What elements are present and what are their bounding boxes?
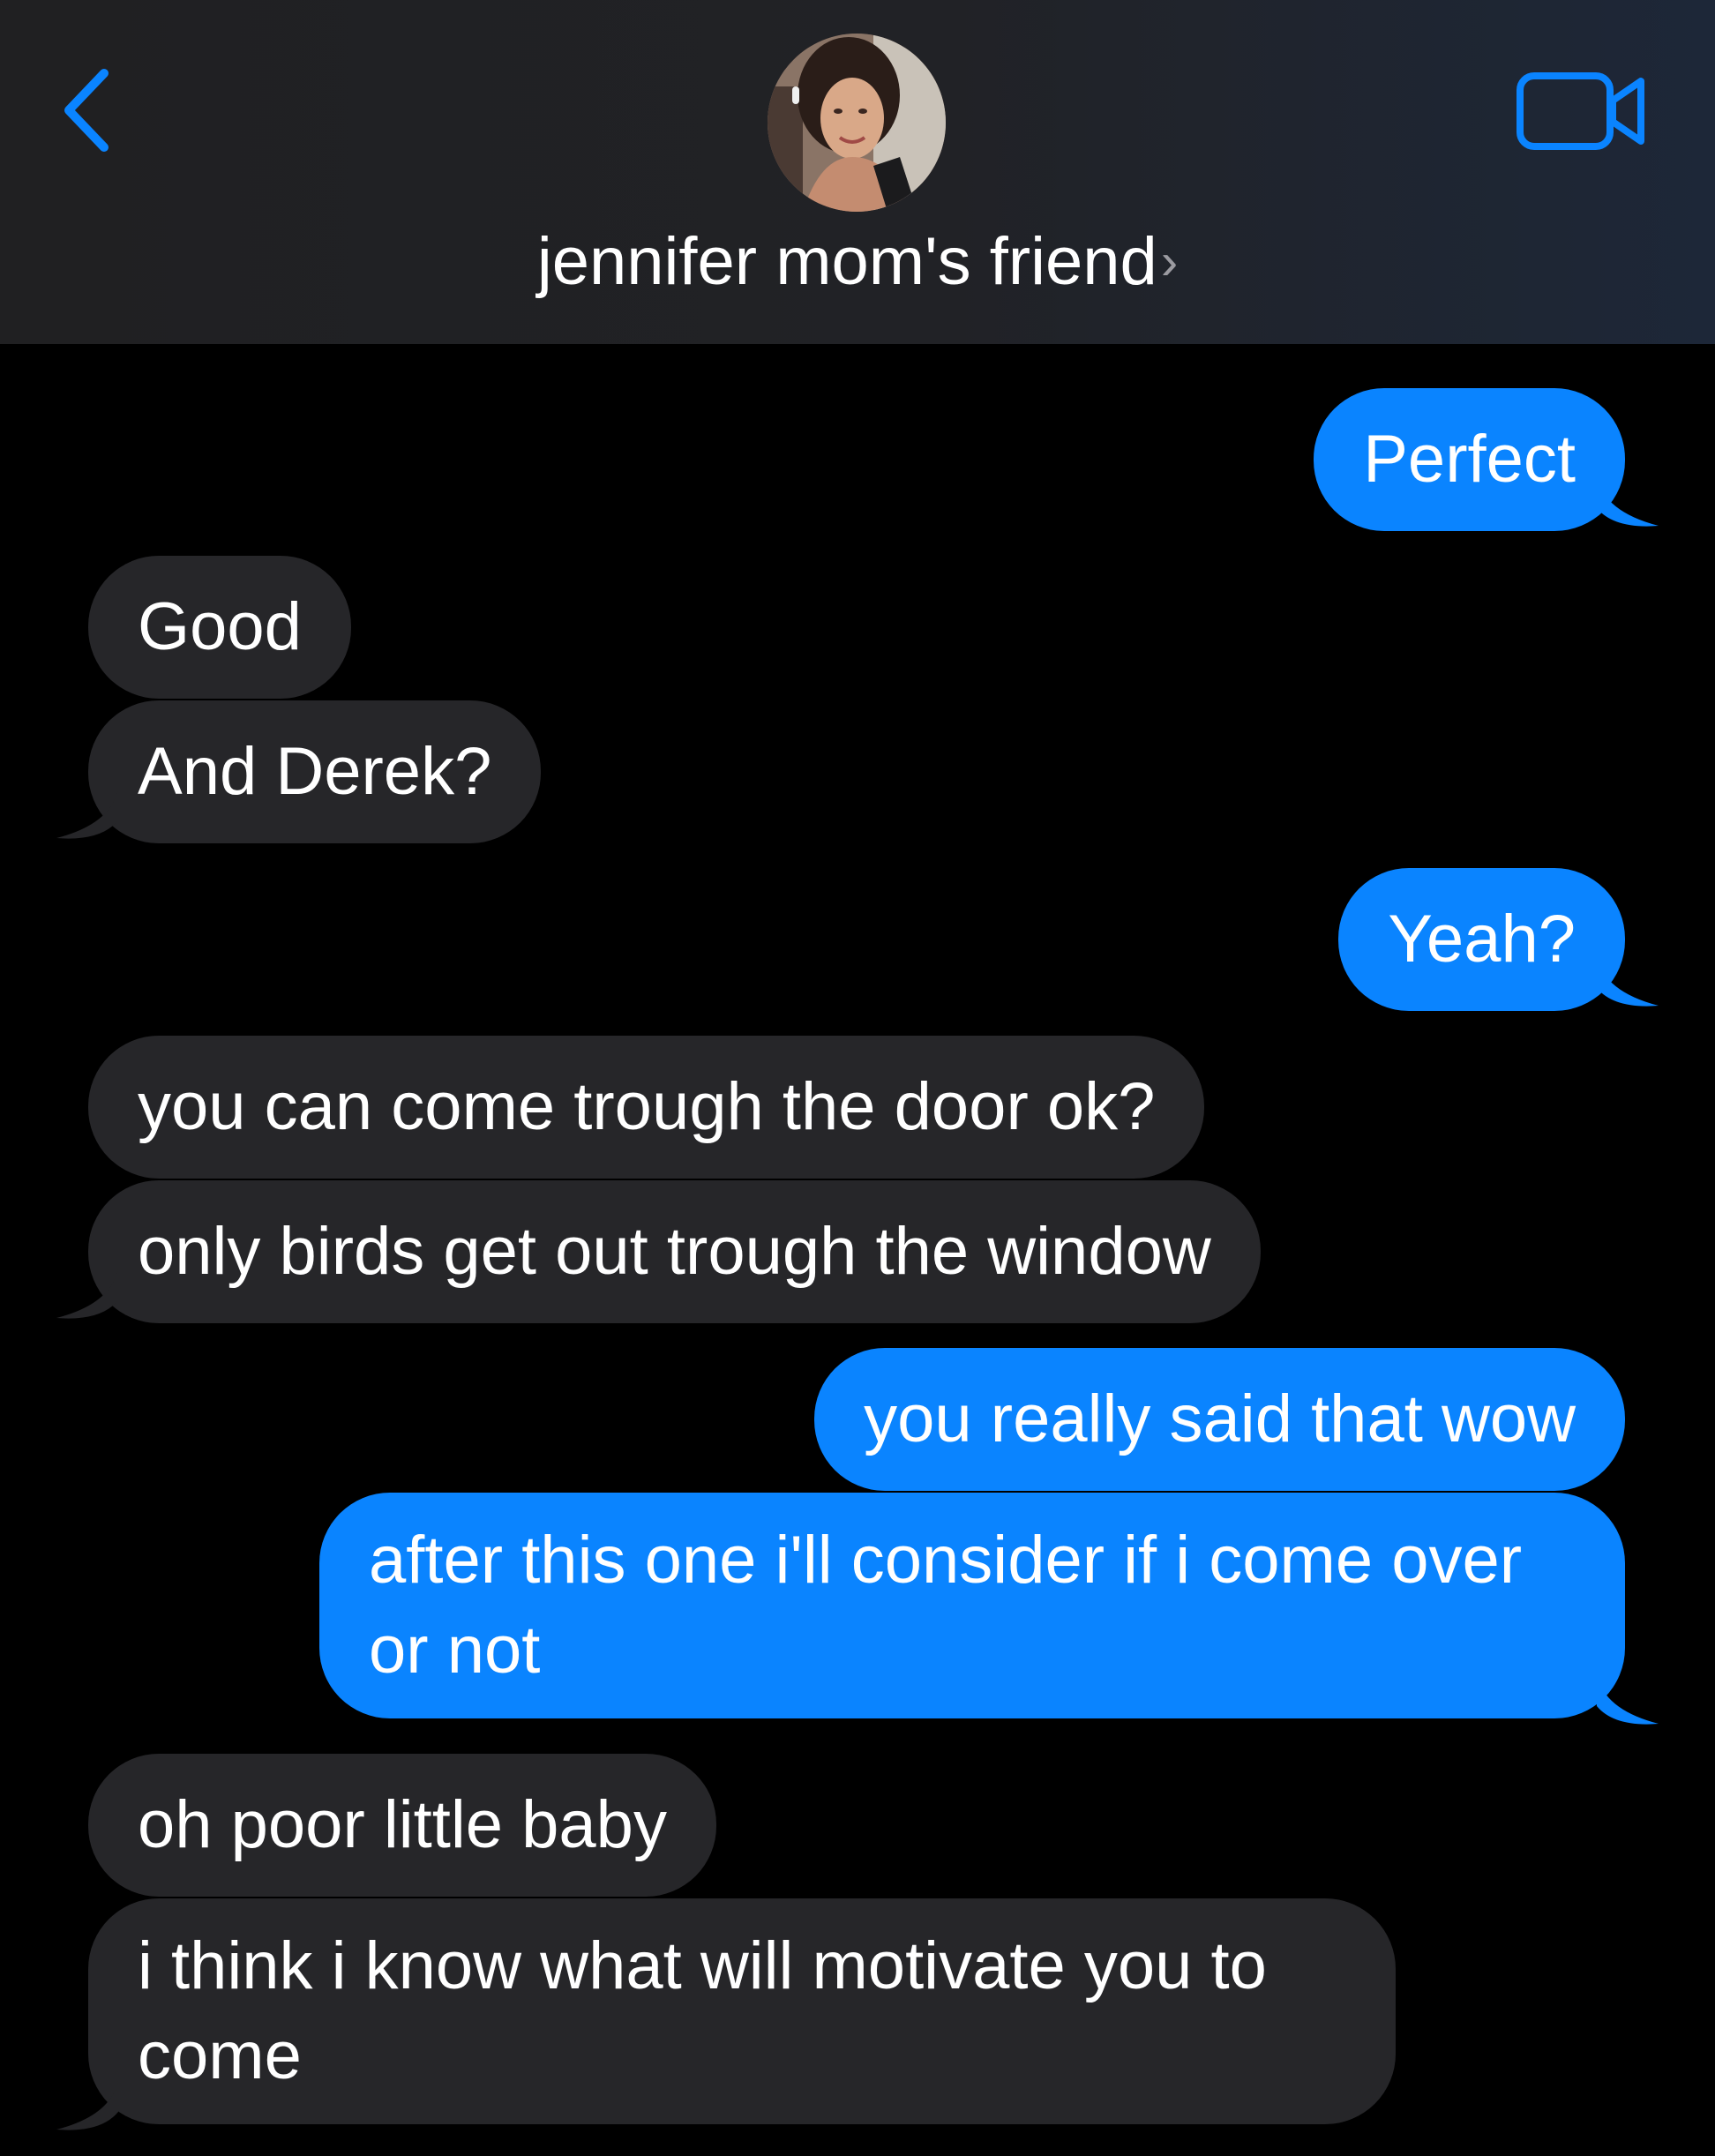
message-bubble-received[interactable]: And Derek? bbox=[88, 700, 542, 843]
message-bubble-sent[interactable]: you really said that wow bbox=[814, 1348, 1625, 1491]
message-list: Perfect Good And Derek? Yeah? you can co… bbox=[0, 344, 1715, 2156]
message-bubble-sent[interactable]: Yeah? bbox=[1338, 868, 1625, 1011]
message-bubble-received[interactable]: you can come trough the door ok? bbox=[88, 1036, 1205, 1179]
conversation-header: jennifer mom's friend › bbox=[0, 0, 1715, 344]
message-text: you really said that wow bbox=[864, 1381, 1576, 1456]
chevron-right-icon: › bbox=[1160, 233, 1179, 290]
message-text: i think i know what will motivate you to… bbox=[138, 1928, 1267, 2093]
contact-name-button[interactable]: jennifer mom's friend › bbox=[0, 222, 1715, 302]
message-bubble-received[interactable]: only birds get out trough the window bbox=[88, 1180, 1261, 1323]
message-bubble-received[interactable]: oh poor little baby bbox=[88, 1754, 716, 1897]
bubble-tail bbox=[1597, 1674, 1659, 1725]
message-text: And Derek? bbox=[138, 734, 492, 809]
avatar-image bbox=[768, 34, 946, 212]
bubble-tail bbox=[1597, 956, 1659, 1007]
bubble-tail bbox=[56, 789, 118, 839]
facetime-video-button[interactable] bbox=[1514, 67, 1650, 155]
bubble-tail bbox=[1597, 476, 1659, 527]
video-camera-icon bbox=[1517, 72, 1644, 150]
message-text: only birds get out trough the window bbox=[138, 1214, 1211, 1289]
back-button[interactable] bbox=[51, 62, 122, 159]
message-text: Good bbox=[138, 589, 302, 664]
message-text: you can come trough the door ok? bbox=[138, 1069, 1156, 1144]
bubble-tail bbox=[56, 1269, 118, 1319]
message-bubble-sent[interactable]: Perfect bbox=[1314, 388, 1625, 531]
message-bubble-sent[interactable]: after this one i'll consider if i come o… bbox=[319, 1493, 1625, 1718]
message-text: after this one i'll consider if i come o… bbox=[369, 1523, 1523, 1688]
bubble-tail bbox=[56, 2080, 118, 2130]
message-text: Yeah? bbox=[1388, 902, 1576, 977]
message-bubble-received[interactable]: i think i know what will motivate you to… bbox=[88, 1898, 1396, 2124]
contact-avatar[interactable] bbox=[768, 34, 946, 212]
contact-name: jennifer mom's friend bbox=[536, 224, 1157, 299]
chevron-left-icon bbox=[64, 69, 109, 152]
message-bubble-received[interactable]: Good bbox=[88, 556, 351, 699]
message-text: oh poor little baby bbox=[138, 1787, 667, 1862]
message-text: Perfect bbox=[1363, 422, 1576, 497]
